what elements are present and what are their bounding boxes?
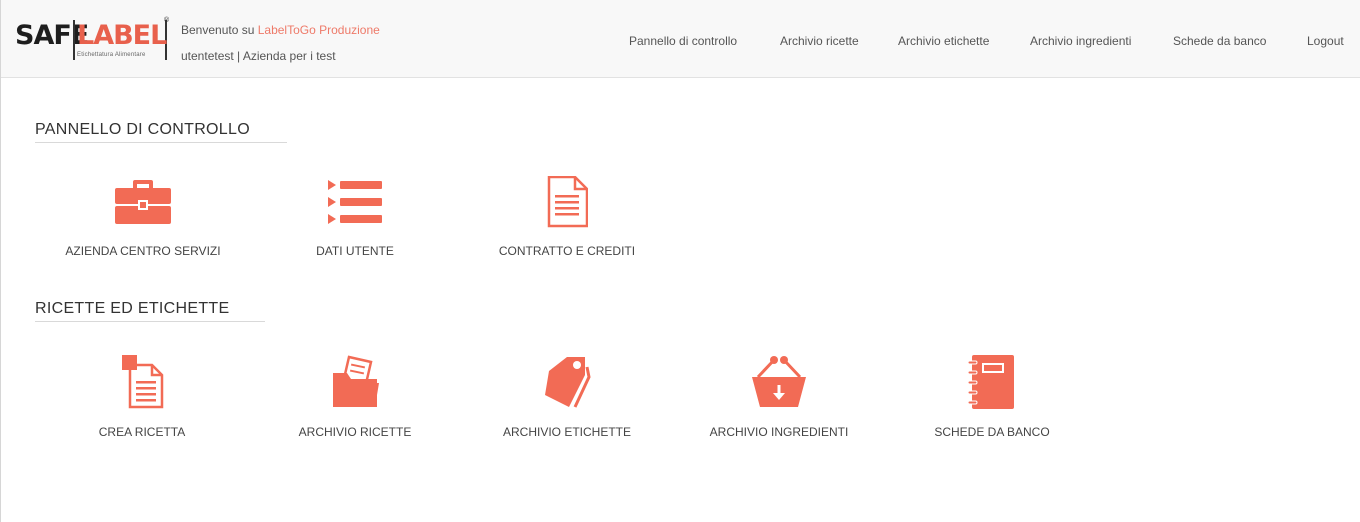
tile-label: SCHEDE DA BANCO bbox=[934, 425, 1050, 439]
nav-pannello-di-controllo[interactable]: Pannello di controllo bbox=[629, 34, 737, 48]
section-title-ricette: RICETTE ED ETICHETTE bbox=[35, 300, 230, 317]
tags-icon bbox=[545, 357, 591, 408]
list-icon bbox=[328, 180, 382, 224]
nav-archivio-ingredienti[interactable]: Archivio ingredienti bbox=[1030, 34, 1131, 48]
folder-icon bbox=[333, 355, 379, 407]
notebook-icon bbox=[968, 355, 1014, 409]
section-divider bbox=[35, 321, 265, 322]
new-document-icon bbox=[122, 355, 164, 409]
tile-label: DATI UTENTE bbox=[316, 244, 394, 258]
nav-logout[interactable]: Logout bbox=[1307, 34, 1344, 48]
welcome-app-name: LabelToGo Produzione bbox=[257, 23, 380, 37]
welcome-prefix: Benvenuto su bbox=[181, 23, 258, 37]
logo-subtitle: Etichettatura Alimentare bbox=[77, 52, 146, 58]
section-divider bbox=[35, 142, 287, 143]
user-company-line: utentetest | Azienda per i test bbox=[181, 49, 336, 63]
welcome-text: Benvenuto su LabelToGo Produzione bbox=[181, 23, 380, 37]
top-navbar: SAFE LABEL ® Etichettatura Alimentare Be… bbox=[1, 0, 1360, 78]
briefcase-icon bbox=[115, 180, 171, 224]
logo-registered-mark: ® bbox=[164, 17, 170, 24]
tile-label: CREA RICETTA bbox=[98, 425, 186, 439]
tile-label: ARCHIVIO RICETTE bbox=[298, 425, 412, 439]
basket-icon bbox=[752, 356, 806, 407]
tile-label: CONTRATTO E CREDITI bbox=[498, 244, 636, 258]
logo-label-text: LABEL bbox=[77, 20, 167, 51]
nav-schede-da-banco[interactable]: Schede da banco bbox=[1173, 34, 1266, 48]
nav-archivio-ricette[interactable]: Archivio ricette bbox=[780, 34, 859, 48]
document-icon bbox=[547, 176, 588, 228]
page: SAFE LABEL ® Etichettatura Alimentare Be… bbox=[0, 0, 1360, 522]
section-title-pannello: PANNELLO DI CONTROLLO bbox=[35, 121, 250, 138]
safelabel-logo[interactable]: SAFE LABEL ® Etichettatura Alimentare bbox=[13, 17, 170, 66]
tile-label: ARCHIVIO INGREDIENTI bbox=[709, 425, 849, 439]
tile-label: AZIENDA CENTRO SERVIZI bbox=[65, 244, 221, 258]
nav-archivio-etichette[interactable]: Archivio etichette bbox=[898, 34, 989, 48]
tile-label: ARCHIVIO ETICHETTE bbox=[502, 425, 631, 439]
